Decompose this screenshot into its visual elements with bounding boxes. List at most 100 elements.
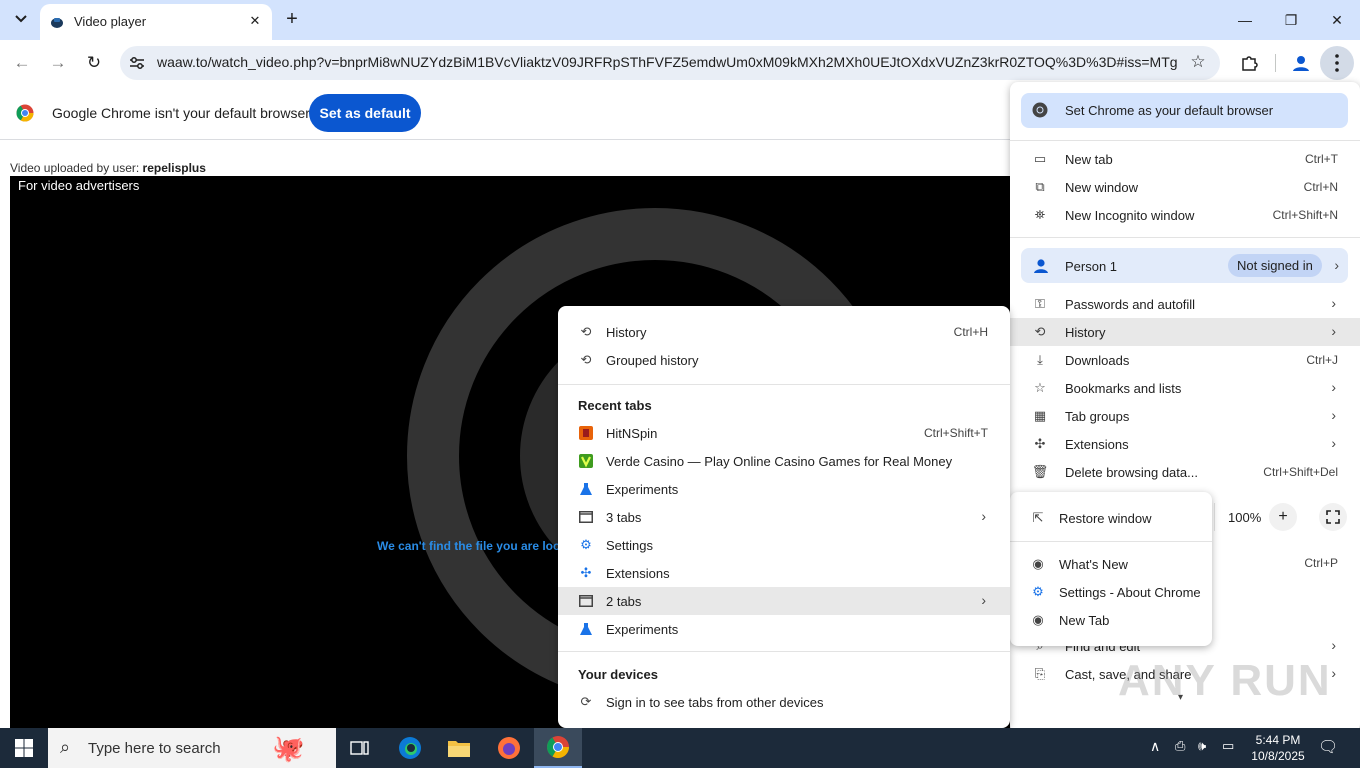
minimize-button[interactable]: —	[1222, 0, 1268, 40]
menu-item-passwords[interactable]: ⚿ Passwords and autofill ›	[1010, 290, 1360, 318]
maximize-button[interactable]: ❐	[1268, 0, 1314, 40]
meet-icon[interactable]: ⎙	[1175, 738, 1185, 754]
tab-close-icon[interactable]: ✕	[246, 12, 264, 30]
search-placeholder: Type here to search	[88, 740, 221, 757]
menu-label: New tab	[1065, 152, 1113, 167]
menu-item-bookmarks[interactable]: ☆ Bookmarks and lists ›	[1010, 374, 1360, 402]
gear-icon: ⚙	[580, 537, 592, 552]
your-devices-heading: Your devices	[578, 667, 658, 682]
task-view-button[interactable]	[336, 728, 384, 768]
menu-item-restore-window[interactable]: ⇱ Restore window	[1010, 504, 1212, 532]
start-button[interactable]	[0, 728, 48, 768]
key-icon: ⚿	[1035, 296, 1045, 311]
address-bar[interactable]: waaw.to/watch_video.php?v=bnprMi8wNUZYdz…	[120, 46, 1220, 80]
menu-item-new-tab[interactable]: ▭ New tab Ctrl+T	[1010, 145, 1360, 173]
tab-video-player[interactable]: Video player ✕	[40, 4, 272, 40]
uploader-name[interactable]: repelisplus	[143, 161, 206, 175]
history-icon: ⟲	[580, 324, 592, 339]
menu-label: New window	[1065, 180, 1138, 195]
recent-tab-item[interactable]: Experiments	[558, 475, 1010, 503]
recent-tab-item[interactable]: Experiments	[558, 615, 1010, 643]
toolbar-divider	[1275, 54, 1276, 72]
menu-item-history[interactable]: ⟲ History ›	[1010, 318, 1360, 346]
chrome-taskbar-button[interactable]	[534, 728, 582, 768]
new-tab-button[interactable]: +	[282, 8, 302, 32]
sync-icon: ⟳	[580, 694, 592, 709]
recent-tab-item[interactable]: ⚙ Settings	[558, 531, 1010, 559]
menu-item-delete-data[interactable]: 🗑 Delete browsing data... Ctrl+Shift+Del	[1010, 458, 1360, 486]
file-not-found-message: We can't find the file you are looking	[377, 539, 585, 553]
file-explorer-button[interactable]	[435, 728, 483, 768]
menu-label: Sign in to see tabs from other devices	[606, 695, 824, 710]
recent-tab-item[interactable]: Verde Casino — Play Online Casino Games …	[558, 447, 1010, 475]
menu-item-settings-about[interactable]: ⚙ Settings - About Chrome	[1010, 578, 1212, 606]
menu-separator	[1010, 541, 1212, 542]
chevron-right-icon: ›	[1331, 323, 1336, 339]
chrome-logo-icon: ◉	[1032, 556, 1044, 571]
site-info-icon[interactable]	[128, 54, 146, 72]
history-item-grouped[interactable]: ⟲ Grouped history	[558, 346, 1010, 374]
back-button[interactable]: ←	[7, 48, 37, 78]
set-chrome-default-item[interactable]: Set Chrome as your default browser	[1021, 93, 1348, 128]
menu-separator	[558, 384, 1010, 385]
history-item-history[interactable]: ⟲ History Ctrl+H	[558, 318, 1010, 346]
chevron-right-icon: ›	[1331, 435, 1336, 451]
menu-label: Tab groups	[1065, 409, 1130, 424]
new-tab-icon: ▭	[1033, 151, 1047, 166]
chrome-menu-button[interactable]	[1320, 46, 1354, 80]
menu-item-downloads[interactable]: ⤓ Downloads Ctrl+J	[1010, 346, 1360, 374]
volume-icon[interactable]: 🕪	[1198, 738, 1206, 754]
extensions-button[interactable]	[1234, 48, 1264, 78]
menu-label: Grouped history	[606, 353, 699, 368]
print-shortcut: Ctrl+P	[1304, 556, 1338, 570]
shortcut: Ctrl+N	[1303, 180, 1338, 194]
video-advertisers-link[interactable]: For video advertisers	[18, 178, 139, 193]
fullscreen-button[interactable]	[1319, 503, 1347, 531]
menu-item-profile[interactable]: Person 1 Not signed in ›	[1021, 248, 1348, 283]
chevron-right-icon: ›	[1331, 637, 1336, 653]
tab-search-button[interactable]	[8, 6, 34, 32]
network-icon[interactable]: ▭	[1222, 738, 1234, 754]
star-icon: ☆	[1034, 380, 1046, 395]
menu-item-incognito[interactable]: ⛯ New Incognito window Ctrl+Shift+N	[1010, 201, 1360, 229]
shortcut: Ctrl+H	[953, 325, 988, 339]
menu-item-new-window[interactable]: ⧉ New window Ctrl+N	[1010, 173, 1360, 201]
menu-label: Verde Casino — Play Online Casino Games …	[606, 454, 953, 469]
firefox-taskbar-button[interactable]	[485, 728, 533, 768]
menu-label: Experiments	[606, 482, 679, 497]
shortcut: Ctrl+Shift+T	[923, 426, 988, 440]
close-window-button[interactable]: ✕	[1314, 0, 1360, 40]
set-chrome-default-label: Set Chrome as your default browser	[1065, 103, 1274, 118]
set-as-default-button[interactable]: Set as default	[309, 94, 421, 132]
menu-item-whats-new[interactable]: ◉ What's New	[1010, 550, 1212, 578]
profile-button[interactable]	[1286, 48, 1316, 78]
chrome-logo-icon: ◉	[1032, 612, 1044, 627]
menu-label: Settings - About Chrome	[1059, 585, 1201, 600]
recent-tab-item[interactable]: ✣ Extensions	[558, 559, 1010, 587]
recent-tab-item[interactable]: 2 tabs ›	[558, 587, 1010, 615]
history-icon: ⟲	[580, 352, 592, 367]
recent-tab-item[interactable]: 3 tabs ›	[558, 503, 1010, 531]
menu-item-tab-groups[interactable]: ▦ Tab groups ›	[1010, 402, 1360, 430]
recent-tab-item[interactable]: HitNSpin Ctrl+Shift+T	[558, 419, 1010, 447]
puzzle-icon: ✣	[1034, 436, 1046, 451]
notifications-icon[interactable]: 🗨	[1318, 737, 1338, 757]
menu-label: HitNSpin	[606, 426, 658, 441]
chrome-logo-icon	[1032, 102, 1048, 118]
menu-separator	[1010, 237, 1360, 238]
folder-icon	[448, 741, 470, 757]
taskbar-clock[interactable]: 5:44 PM 10/8/2025	[1248, 732, 1308, 764]
sign-in-devices-item[interactable]: ⟳ Sign in to see tabs from other devices	[558, 688, 1010, 716]
edge-taskbar-button[interactable]	[386, 728, 434, 768]
bookmark-star-icon[interactable]: ☆	[1188, 52, 1208, 72]
reload-icon: ↻	[86, 53, 102, 72]
menu-item-new-tab-page[interactable]: ◉ New Tab	[1010, 606, 1212, 634]
url-text[interactable]: waaw.to/watch_video.php?v=bnprMi8wNUZYdz…	[157, 54, 1177, 70]
forward-button[interactable]: →	[43, 48, 73, 78]
tray-chevron-up-icon[interactable]: ∧	[1150, 738, 1160, 755]
menu-item-extensions[interactable]: ✣ Extensions ›	[1010, 430, 1360, 458]
reload-button[interactable]: ↻	[79, 48, 109, 78]
chevron-right-icon: ›	[981, 592, 986, 608]
zoom-in-button[interactable]: +	[1269, 503, 1297, 531]
taskbar-search[interactable]: ⌕ Type here to search 🐙	[48, 728, 336, 768]
